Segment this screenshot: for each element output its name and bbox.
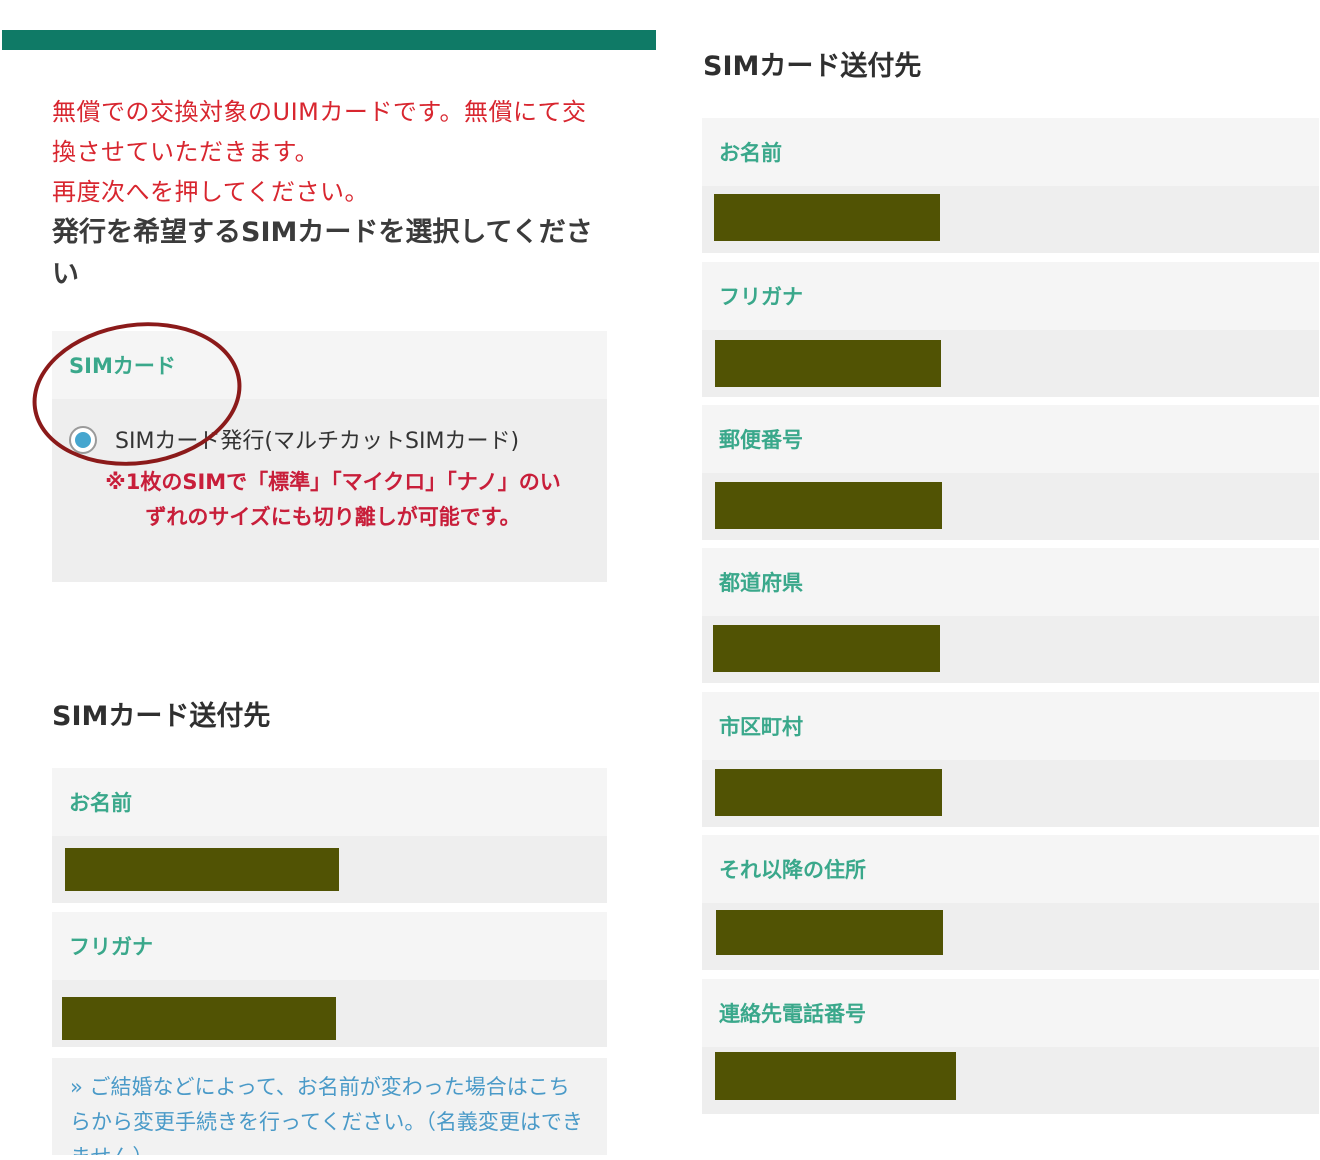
redaction-block xyxy=(716,910,943,955)
name-change-link[interactable]: » ご結婚などによって、お名前が変わった場合はこちらから変更手続きを行ってくださ… xyxy=(52,1058,607,1155)
sim-card-options: SIMカード発行(マルチカットSIMカード) ※1枚のSIMで「標準」「マイクロ… xyxy=(52,399,607,582)
field-furigana: フリガナ xyxy=(702,262,1319,397)
field-address: それ以降の住所 xyxy=(702,835,1319,970)
field-label: 連絡先電話番号 xyxy=(702,979,1319,1047)
redaction-block xyxy=(715,340,941,387)
phone-value-redacted xyxy=(702,1047,1319,1114)
sim-option-radio[interactable] xyxy=(69,426,97,454)
address-value-redacted xyxy=(702,903,1319,970)
prefecture-value-redacted xyxy=(702,616,1319,683)
sim-size-note-line1: ※1枚のSIMで「標準」「マイクロ」「ナノ」のい xyxy=(105,470,561,494)
redaction-block xyxy=(714,194,940,241)
redaction-block xyxy=(715,769,942,816)
field-phone: 連絡先電話番号 xyxy=(702,979,1319,1114)
furigana-value-redacted xyxy=(52,980,607,1047)
sim-card-panel: SIMカード SIMカード発行(マルチカットSIMカード) ※1枚のSIMで「標… xyxy=(52,331,607,582)
field-label: 都道府県 xyxy=(702,548,1319,616)
redaction-block xyxy=(715,1052,956,1100)
field-city: 市区町村 xyxy=(702,692,1319,827)
redaction-block xyxy=(713,625,940,672)
field-postal-code: 郵便番号 xyxy=(702,405,1319,540)
sim-option-label[interactable]: SIMカード発行(マルチカットSIMカード) xyxy=(115,423,519,455)
field-label: フリガナ xyxy=(52,912,607,980)
header-accent-bar xyxy=(2,30,656,50)
field-name: お名前 xyxy=(702,118,1319,253)
sim-size-note: ※1枚のSIMで「標準」「マイクロ」「ナノ」のい ずれのサイズにも切り離しが可能… xyxy=(78,465,588,535)
field-label: フリガナ xyxy=(702,262,1319,330)
name-value-redacted xyxy=(702,186,1319,253)
field-furigana-left: フリガナ xyxy=(52,912,607,1047)
field-label: 市区町村 xyxy=(702,692,1319,760)
select-sim-heading: 発行を希望するSIMカードを選択してくださ い xyxy=(52,217,593,290)
furigana-value-redacted xyxy=(702,330,1319,397)
redaction-block xyxy=(65,848,339,891)
redaction-block xyxy=(62,997,336,1040)
field-label: お名前 xyxy=(702,118,1319,186)
field-label: それ以降の住所 xyxy=(702,835,1319,903)
sim-size-note-line2: ずれのサイズにも切り離しが可能です。 xyxy=(145,505,521,529)
field-label: お名前 xyxy=(52,768,607,836)
shipping-title-right: SIMカード送付先 xyxy=(703,51,922,82)
name-value-redacted xyxy=(52,836,607,903)
field-name-left: お名前 xyxy=(52,768,607,903)
city-value-redacted xyxy=(702,760,1319,827)
postal-code-value-redacted xyxy=(702,473,1319,540)
redaction-block xyxy=(715,482,942,529)
field-label: 郵便番号 xyxy=(702,405,1319,473)
sim-card-label: SIMカード xyxy=(52,331,607,399)
notice-text-line3: 再度次へを押してください。 xyxy=(52,178,370,206)
notice-text-line1: 無償での交換対象のUIMカードです。無償にて交 xyxy=(52,98,587,126)
notice-text-line2: 換させていただきます。 xyxy=(52,138,320,166)
field-prefecture: 都道府県 xyxy=(702,548,1319,683)
shipping-title-left: SIMカード送付先 xyxy=(52,701,271,732)
